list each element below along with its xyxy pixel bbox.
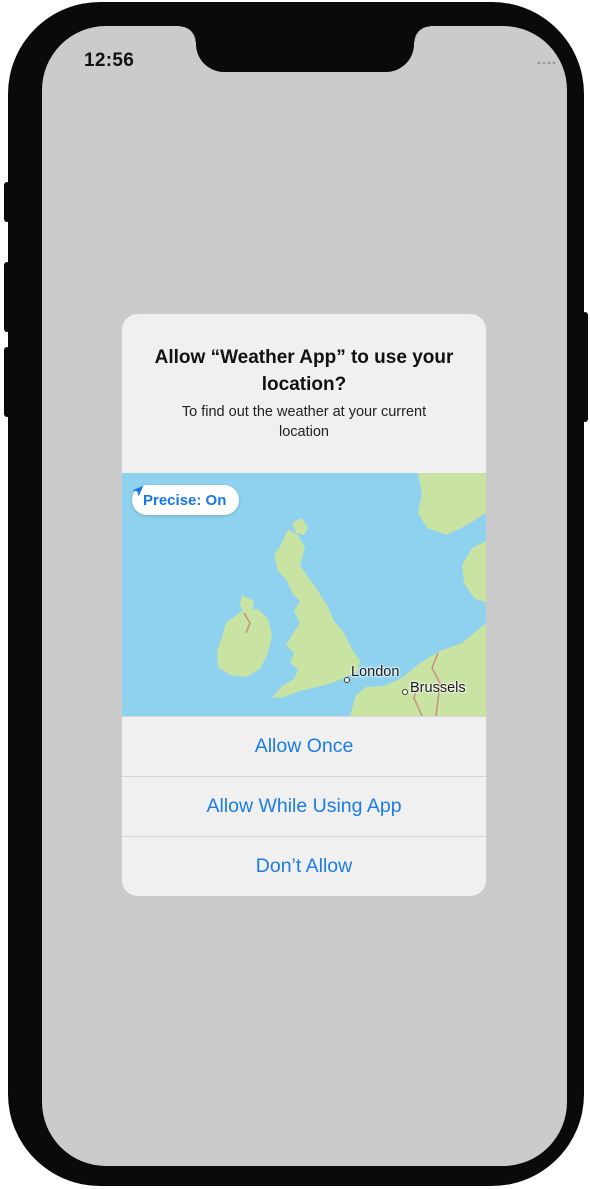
dont-allow-button[interactable]: Don’t Allow (122, 836, 486, 895)
notch (180, 26, 430, 72)
city-label-brussels: Brussels (410, 680, 466, 696)
location-map: Precise: On London Brussels (122, 473, 486, 716)
signal-icon (537, 61, 556, 65)
allow-while-using-app-button[interactable]: Allow While Using App (122, 776, 486, 835)
brussels-marker (402, 689, 408, 695)
precise-label: Precise: On (143, 491, 227, 509)
volume-up-button (4, 262, 10, 332)
screen: 12:56 Allow “Weather App” to use your lo… (42, 26, 567, 1166)
power-button (582, 312, 588, 422)
location-arrow-icon (132, 485, 144, 497)
status-time: 12:56 (84, 50, 135, 71)
location-permission-alert: Allow “Weather App” to use your location… (122, 314, 486, 896)
precise-location-toggle[interactable]: Precise: On (132, 485, 240, 515)
alert-message: To find out the weather at your current … (181, 404, 427, 440)
alert-title: Allow “Weather App” to use your location… (154, 347, 454, 395)
allow-once-button[interactable]: Allow Once (122, 716, 486, 775)
city-label-london: London (351, 664, 400, 680)
volume-down-button (4, 347, 10, 417)
london-marker (344, 677, 350, 683)
mute-switch (4, 182, 10, 222)
phone-frame: 12:56 Allow “Weather App” to use your lo… (4, 2, 588, 1186)
